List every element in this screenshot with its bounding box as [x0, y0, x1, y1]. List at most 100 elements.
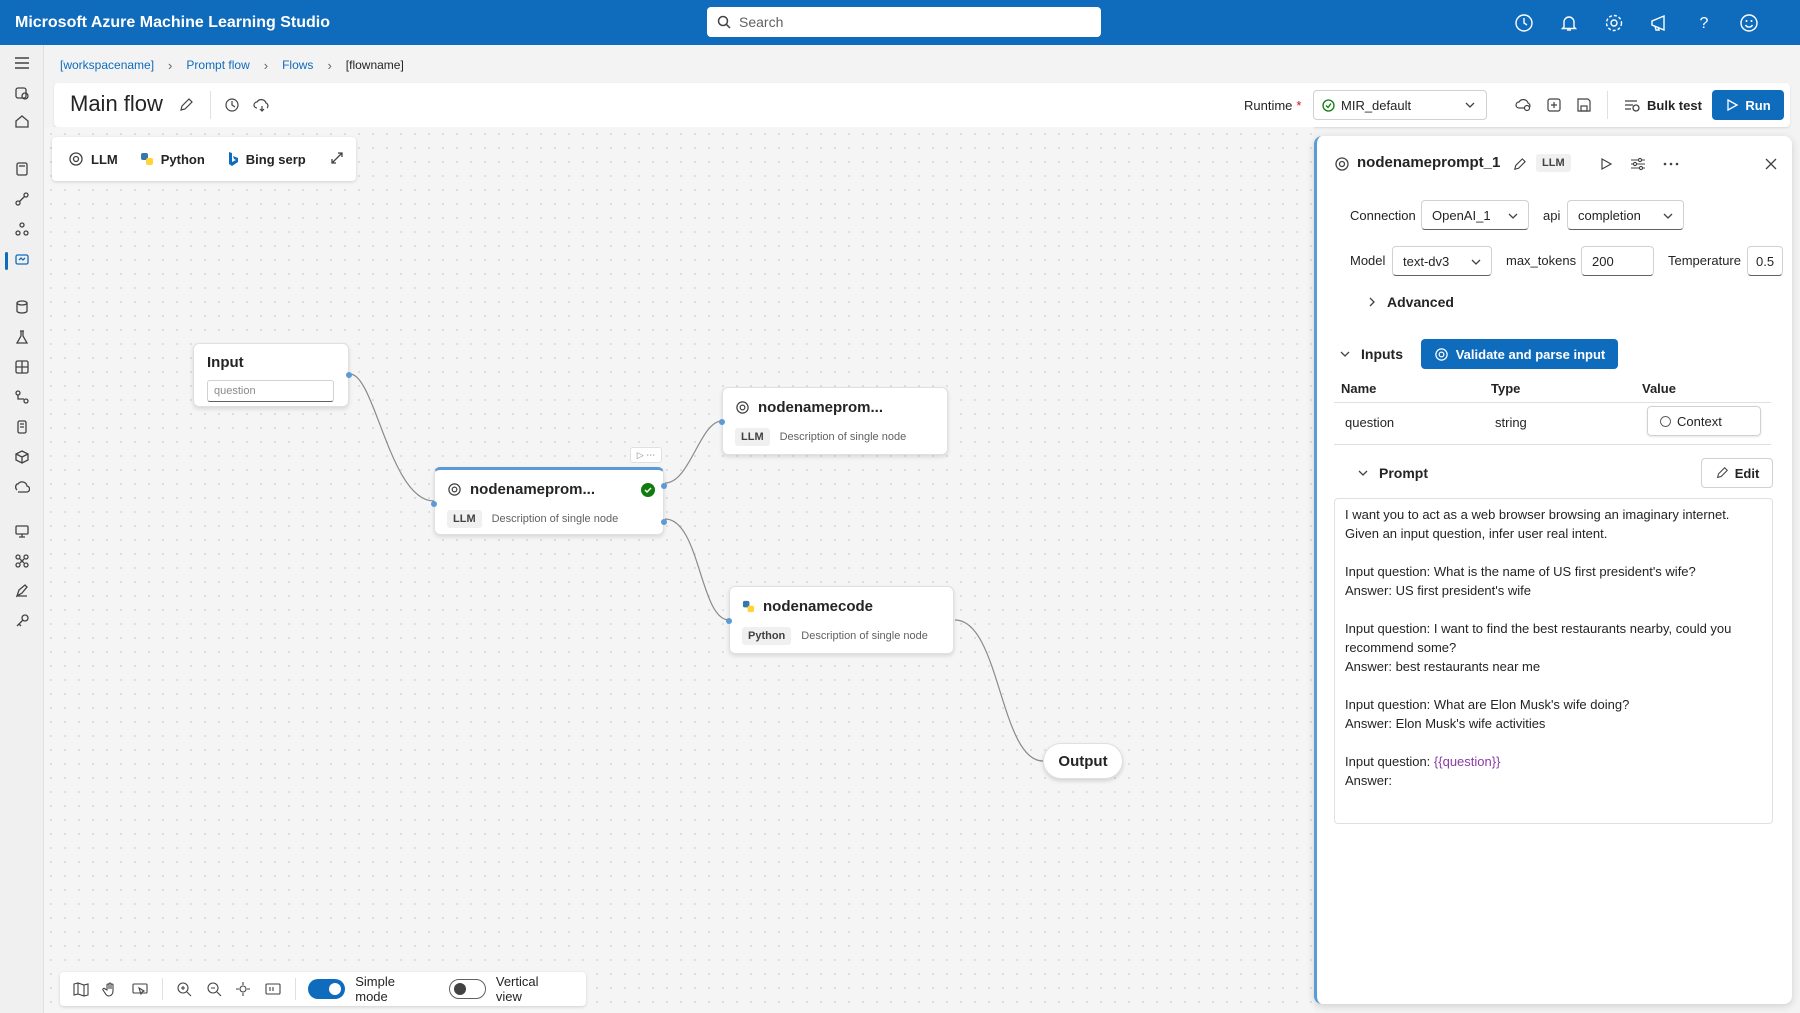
- max-tokens-input[interactable]: 200: [1581, 246, 1654, 276]
- edit-prompt-button[interactable]: Edit: [1701, 458, 1773, 488]
- key-icon[interactable]: [12, 611, 32, 631]
- node-mini-controls[interactable]: ▷ ⋯: [630, 447, 662, 463]
- home-icon[interactable]: [12, 111, 32, 131]
- history-icon[interactable]: [1512, 11, 1535, 34]
- data-icon[interactable]: [12, 297, 32, 317]
- advanced-toggle[interactable]: Advanced: [1367, 294, 1454, 310]
- designer-icon[interactable]: [12, 219, 32, 239]
- prompt-toggle[interactable]: Prompt: [1357, 465, 1428, 481]
- output-port[interactable]: [661, 483, 667, 489]
- environments-icon[interactable]: [12, 417, 32, 437]
- megaphone-icon[interactable]: [1647, 11, 1670, 34]
- help-icon[interactable]: ?: [1692, 11, 1715, 34]
- pan-hand-icon[interactable]: [101, 980, 118, 998]
- close-icon[interactable]: [1762, 155, 1780, 173]
- prompt-flow-icon[interactable]: [12, 249, 32, 269]
- input-node[interactable]: Input question: [193, 343, 352, 407]
- python-node[interactable]: nodenamecode Python Description of singl…: [726, 586, 954, 654]
- validate-label: Validate and parse input: [1455, 346, 1606, 362]
- smiley-icon[interactable]: [1737, 11, 1760, 34]
- history-icon[interactable]: [222, 95, 242, 115]
- bulk-test-button[interactable]: Bulk test: [1623, 91, 1702, 119]
- zoom-in-icon[interactable]: [175, 980, 192, 998]
- breadcrumb: [workspacename] › Prompt flow › Flows › …: [60, 55, 404, 75]
- advanced-label: Advanced: [1387, 294, 1454, 310]
- run-button[interactable]: Run: [1712, 90, 1784, 120]
- run-node-icon[interactable]: [1597, 155, 1615, 173]
- max-tokens-value: 200: [1592, 253, 1614, 269]
- svg-text:?: ?: [1699, 15, 1708, 32]
- components-icon[interactable]: [12, 357, 32, 377]
- llm-label: LLM: [91, 151, 118, 167]
- bell-icon[interactable]: [1557, 11, 1580, 34]
- output-node[interactable]: Output: [1043, 743, 1123, 779]
- simple-mode-label: Simple mode: [355, 974, 395, 1004]
- add-bing-button[interactable]: Bing serp: [227, 151, 306, 167]
- labeling-icon[interactable]: [12, 581, 32, 601]
- context-label: Context: [1677, 413, 1722, 429]
- save-icon[interactable]: [1574, 95, 1594, 115]
- auto-layout-icon[interactable]: [264, 980, 281, 998]
- prompt-text: Input question:: [1345, 754, 1434, 769]
- pipelines-icon[interactable]: [12, 387, 32, 407]
- runtime-select[interactable]: MIR_default: [1313, 90, 1487, 120]
- expand-icon[interactable]: [330, 151, 344, 168]
- rename-pencil-icon[interactable]: [1510, 155, 1528, 173]
- connection-select[interactable]: OpenAI_1: [1421, 200, 1529, 230]
- settings-sliders-icon[interactable]: [1629, 155, 1647, 173]
- compute-session-icon[interactable]: [1514, 95, 1534, 115]
- input-port[interactable]: [726, 618, 732, 624]
- models-icon[interactable]: [12, 447, 32, 467]
- input-port[interactable]: [431, 501, 437, 507]
- add-python-button[interactable]: Python: [140, 152, 205, 167]
- run-icon: [1727, 98, 1739, 112]
- llm-node-selected[interactable]: nodenameprom... LLM Description of singl…: [431, 467, 667, 535]
- prompt-line: Given an input question, infer user real…: [1345, 526, 1608, 541]
- output-port[interactable]: [661, 519, 667, 525]
- breadcrumb-prompt-flow[interactable]: Prompt flow: [186, 58, 249, 72]
- model-select[interactable]: text-dv3: [1392, 246, 1492, 276]
- inputs-toggle[interactable]: Inputs: [1339, 346, 1403, 362]
- api-value: completion: [1578, 207, 1641, 223]
- zoom-out-icon[interactable]: [205, 980, 222, 998]
- api-select[interactable]: completion: [1567, 200, 1684, 230]
- cloud-sync-icon[interactable]: [252, 95, 272, 115]
- jobs-icon[interactable]: [12, 327, 32, 347]
- more-options-icon[interactable]: [1662, 155, 1680, 173]
- prompt-line: [1345, 733, 1762, 752]
- add-icon[interactable]: [1544, 95, 1564, 115]
- run-label: Run: [1745, 97, 1771, 113]
- breadcrumb-flows[interactable]: Flows: [282, 58, 313, 72]
- simple-mode-toggle[interactable]: [308, 979, 346, 999]
- breadcrumb-chevron-icon: ›: [168, 57, 173, 73]
- app-title[interactable]: Microsoft Azure Machine Learning Studio: [15, 14, 705, 32]
- hamburger-icon[interactable]: [12, 53, 32, 73]
- temperature-input[interactable]: 0.5: [1747, 246, 1783, 276]
- vertical-view-toggle[interactable]: [448, 979, 486, 999]
- add-llm-button[interactable]: LLM: [68, 151, 118, 167]
- endpoints-icon[interactable]: [12, 477, 32, 497]
- output-port[interactable]: [346, 372, 352, 378]
- compute-icon[interactable]: [12, 521, 32, 541]
- select-screen-icon[interactable]: [131, 980, 148, 998]
- search-input[interactable]: Search: [707, 7, 1101, 37]
- minimap-icon[interactable]: [72, 980, 89, 998]
- llm-node[interactable]: nodenameprom... LLM Description of singl…: [719, 387, 948, 455]
- input-type-cell: string: [1495, 415, 1527, 430]
- flow-canvas[interactable]: [44, 127, 1314, 1013]
- input-question-field[interactable]: question: [207, 380, 334, 402]
- validate-parse-button[interactable]: Validate and parse input: [1421, 339, 1618, 369]
- fit-view-icon[interactable]: [234, 980, 251, 998]
- notebook-icon[interactable]: [12, 159, 32, 179]
- workspace-icon[interactable]: [12, 83, 32, 103]
- breadcrumb-workspace[interactable]: [workspacename]: [60, 58, 154, 72]
- automl-icon[interactable]: [12, 189, 32, 209]
- bing-icon: [228, 152, 238, 166]
- bulk-test-icon: [1625, 100, 1640, 112]
- gear-icon[interactable]: [1602, 11, 1625, 34]
- rename-pencil-icon[interactable]: [176, 95, 196, 115]
- context-toggle[interactable]: Context: [1647, 406, 1761, 436]
- monitoring-icon[interactable]: [12, 551, 32, 571]
- prompt-editor[interactable]: I want you to act as a web browser brows…: [1334, 498, 1773, 824]
- input-port[interactable]: [719, 419, 725, 425]
